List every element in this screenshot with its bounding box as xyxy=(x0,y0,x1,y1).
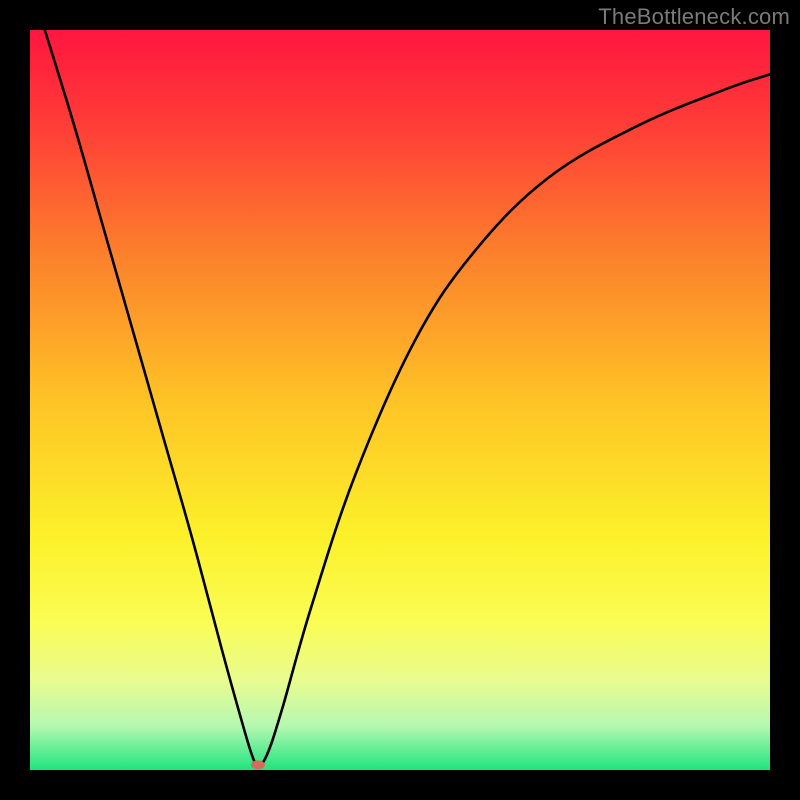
min-point-marker xyxy=(251,760,265,769)
gradient-background xyxy=(30,30,770,770)
plot-svg xyxy=(30,30,770,770)
chart-frame: TheBottleneck.com xyxy=(0,0,800,800)
watermark-text: TheBottleneck.com xyxy=(598,4,790,30)
plot-area xyxy=(30,30,770,770)
